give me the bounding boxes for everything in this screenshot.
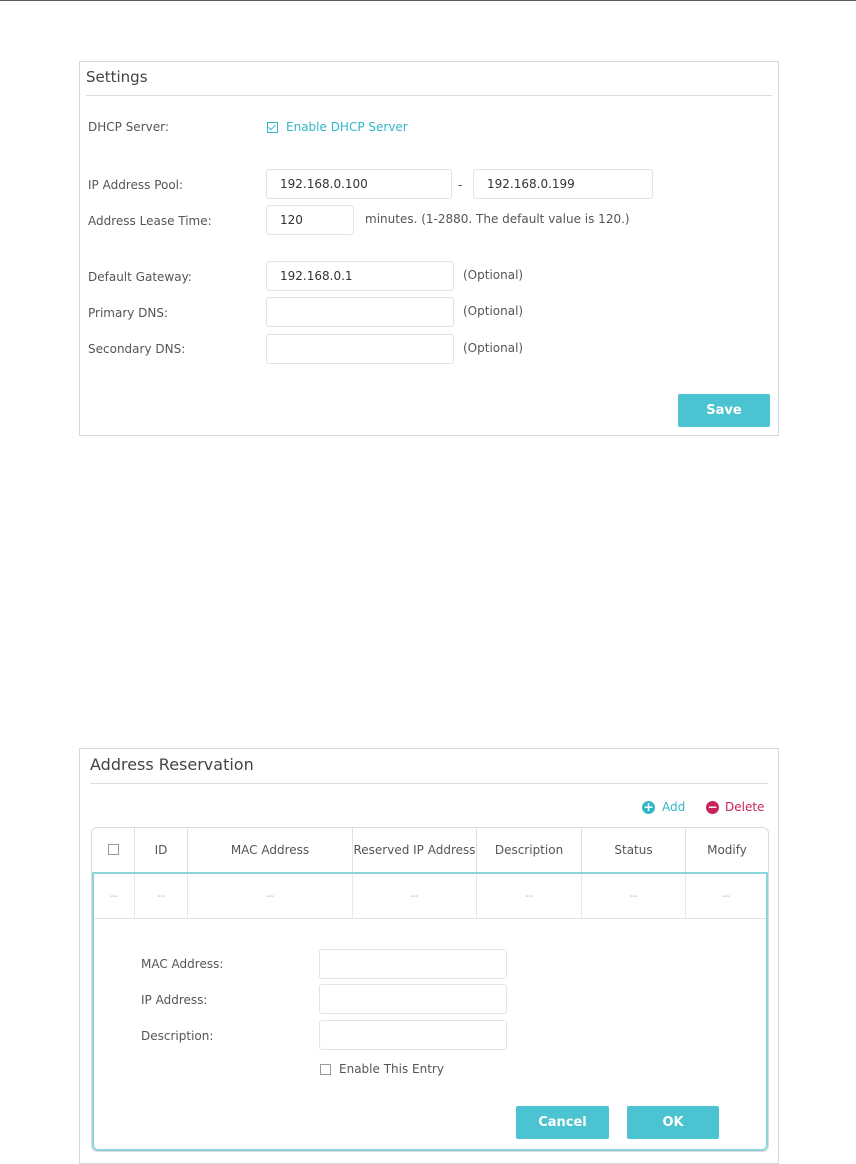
ip-pool-end-input[interactable] — [473, 169, 653, 199]
table-cell: -- — [94, 874, 135, 918]
ip-pool-start-input[interactable] — [266, 169, 452, 199]
select-all-cell — [92, 828, 135, 872]
add-icon: + — [642, 800, 655, 814]
lease-time-input[interactable] — [266, 205, 354, 235]
row-divider — [94, 918, 766, 919]
lease-time-label: Address Lease Time: — [88, 214, 212, 228]
save-button[interactable]: Save — [678, 394, 770, 427]
reservation-title: Address Reservation — [90, 755, 254, 774]
table-cell: -- — [188, 874, 353, 918]
enable-entry-label[interactable]: Enable This Entry — [339, 1062, 444, 1076]
primary-dns-optional: (Optional) — [463, 304, 524, 318]
page-top-rule — [0, 0, 856, 1]
ip-address-label: IP Address: — [141, 993, 208, 1007]
default-gateway-label: Default Gateway: — [88, 270, 192, 284]
table-cell: -- — [582, 874, 686, 918]
add-label: Add — [662, 800, 686, 814]
enable-entry-checkbox[interactable] — [320, 1064, 331, 1075]
lease-time-hint: minutes. (1-2880. The default value is 1… — [365, 212, 630, 226]
mac-address-label: MAC Address: — [141, 957, 224, 971]
column-header-reserved-ip: Reserved IP Address — [353, 828, 477, 872]
delete-label: Delete — [725, 800, 765, 814]
table-cell: -- — [135, 874, 188, 918]
default-gateway-input[interactable] — [266, 261, 454, 291]
secondary-dns-input[interactable] — [266, 334, 454, 364]
settings-title: Settings — [86, 68, 148, 86]
primary-dns-label: Primary DNS: — [88, 306, 169, 320]
table-cell: -- — [477, 874, 582, 918]
primary-dns-input[interactable] — [266, 297, 454, 327]
column-header-description: Description — [477, 828, 582, 872]
cancel-button[interactable]: Cancel — [516, 1106, 609, 1139]
default-gateway-optional: (Optional) — [463, 268, 524, 282]
column-header-status: Status — [582, 828, 686, 872]
enable-dhcp-label[interactable]: Enable DHCP Server — [286, 120, 408, 134]
description-label: Description: — [141, 1029, 214, 1043]
column-header-mac: MAC Address — [188, 828, 353, 872]
table-cell: -- — [353, 874, 477, 918]
column-header-id: ID — [135, 828, 188, 872]
reservation-table: ID MAC Address Reserved IP Address Descr… — [91, 827, 769, 1152]
secondary-dns-optional: (Optional) — [463, 341, 524, 355]
ok-button[interactable]: OK — [627, 1106, 719, 1139]
settings-title-divider — [86, 95, 772, 96]
settings-panel: Settings DHCP Server: Enable DHCP Server… — [79, 61, 779, 436]
column-header-modify: Modify — [707, 843, 747, 857]
ip-pool-label: IP Address Pool: — [88, 178, 184, 192]
reservation-title-divider — [90, 783, 768, 784]
enable-dhcp-checkbox[interactable] — [267, 122, 278, 133]
description-input[interactable] — [319, 1020, 507, 1050]
ip-pool-separator: - — [458, 178, 463, 192]
table-header: ID MAC Address Reserved IP Address Descr… — [92, 828, 768, 873]
delete-icon: − — [706, 800, 719, 814]
select-all-checkbox[interactable] — [108, 844, 119, 855]
address-reservation-panel: Address Reservation + Add − Delete ID MA… — [79, 748, 779, 1164]
editing-row: -- -- -- -- -- -- -- MAC Address: IP Add… — [92, 872, 768, 1151]
ip-address-input[interactable] — [319, 984, 507, 1014]
table-cell: -- — [722, 889, 730, 902]
secondary-dns-label: Secondary DNS: — [88, 342, 186, 356]
dhcp-server-label: DHCP Server: — [88, 120, 169, 134]
mac-address-input[interactable] — [319, 949, 507, 979]
